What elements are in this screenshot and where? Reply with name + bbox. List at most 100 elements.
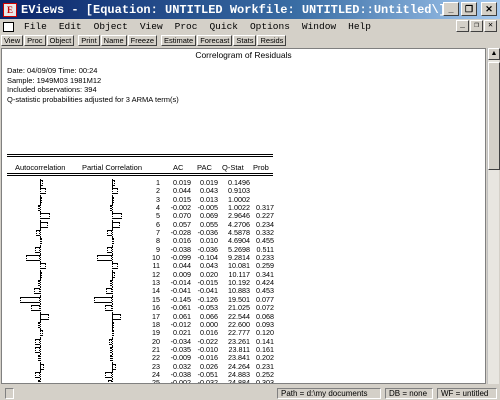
ac-axis-line: [40, 279, 41, 288]
pac-bar: [107, 380, 112, 383]
ac-axis-line: [40, 354, 41, 363]
ac-cell: -0.002: [170, 378, 191, 384]
doc-close-button[interactable]: ✕: [484, 20, 497, 32]
pac-axis-line: [112, 354, 113, 363]
ac-axis-line: [40, 320, 41, 330]
pac-bar: [106, 288, 112, 295]
info-observations: Included observations: 394: [7, 85, 97, 94]
pac-axis-line: [112, 304, 113, 313]
correlogram-sheet[interactable]: Correlogram of Residuals Date: 04/09/09 …: [1, 48, 486, 384]
header-pac: PAC: [197, 163, 212, 172]
pac-bar: [112, 213, 122, 220]
pac-bar: [97, 255, 112, 262]
ac-bar: [40, 271, 42, 278]
proc-button[interactable]: Proc: [24, 35, 46, 46]
menu-edit[interactable]: Edit: [53, 21, 88, 32]
pac-bar: [112, 330, 115, 337]
sheet-title: Correlogram of Residuals: [195, 50, 292, 60]
ac-axis-line: [40, 379, 41, 383]
stats-button[interactable]: Stats: [233, 35, 257, 46]
name-button[interactable]: Name: [100, 35, 127, 46]
ac-bar: [34, 246, 40, 253]
scroll-thumb[interactable]: [488, 62, 500, 170]
menu-window[interactable]: Window: [296, 21, 342, 32]
resids-button[interactable]: Resids: [257, 35, 287, 46]
eviews-app-icon[interactable]: E: [3, 2, 17, 17]
header-bottom-rule-2: [7, 175, 273, 176]
ac-bar: [34, 371, 40, 378]
info-note: Q-statistic probabilities adjusted for 3…: [7, 94, 179, 104]
status-bar: Path = d:\my documents DB = none WF = un…: [0, 386, 500, 400]
header-top-rule: [7, 154, 273, 155]
ac-axis-line: [40, 254, 41, 263]
pac-bar: [108, 338, 112, 345]
scroll-up-button[interactable]: ▲: [488, 48, 500, 60]
view-button[interactable]: View: [1, 35, 24, 46]
ac-axis-line: [40, 204, 41, 213]
ac-bar: [40, 180, 43, 186]
ac-axis-line: [40, 287, 41, 296]
pac-bar: [110, 346, 112, 353]
ac-bar: [40, 363, 45, 370]
menu-quick[interactable]: Quick: [203, 21, 244, 32]
header-autocorrelation: Autocorrelation: [15, 163, 66, 172]
document-icon[interactable]: [3, 21, 14, 32]
ac-bar: [38, 321, 40, 328]
menu-help[interactable]: Help: [342, 21, 377, 32]
close-button[interactable]: ✕: [481, 2, 497, 16]
ac-bar: [40, 238, 43, 245]
ac-axis-line: [40, 337, 41, 346]
doc-restore-button[interactable]: ❐: [470, 20, 483, 32]
ac-bar: [40, 313, 49, 320]
pac-bar: [112, 238, 114, 245]
pac-bar: [112, 188, 119, 195]
doc-minimize-button[interactable]: _: [456, 20, 469, 32]
freeze-button[interactable]: Freeze: [127, 35, 158, 46]
menu-view[interactable]: View: [134, 21, 169, 32]
ac-bar: [36, 230, 40, 237]
ac-bar: [34, 288, 40, 295]
qstat-cell: 24.884: [228, 378, 250, 384]
header-top-rule-2: [7, 156, 273, 157]
correlogram-row: 25 -0.002 -0.032 24.884 0.303: [2, 378, 485, 384]
menu-options[interactable]: Options: [244, 21, 296, 32]
equation-toolbar: View Proc Object Print Name Freeze Estim…: [0, 34, 500, 47]
ac-axis-line: [40, 229, 41, 238]
print-button[interactable]: Print: [78, 35, 100, 46]
status-path: Path = d:\my documents: [277, 388, 381, 399]
ac-bar: [35, 346, 40, 353]
ac-bar: [31, 305, 40, 312]
header-ac: AC: [173, 163, 184, 172]
ac-axis-line: [40, 295, 41, 305]
menu-file[interactable]: File: [18, 21, 53, 32]
pac-bar: [112, 321, 114, 328]
forecast-button[interactable]: Forecast: [197, 35, 233, 46]
restore-button[interactable]: ❐: [461, 2, 477, 16]
sheet-info: Date: 04/09/09 Time: 00:24 Sample: 1949M…: [7, 66, 179, 104]
status-db: DB = none: [385, 388, 433, 399]
pac-axis-line: [112, 345, 113, 355]
pac-axis-line: [112, 295, 113, 305]
pac-bar: [112, 313, 122, 320]
pac-bar: [112, 196, 114, 203]
menu-object[interactable]: Object: [88, 21, 134, 32]
object-button[interactable]: Object: [46, 35, 75, 46]
pac-axis-line: [112, 279, 113, 288]
ac-bar: [40, 196, 43, 203]
pac-bar: [112, 221, 120, 228]
ac-bar: [38, 205, 40, 212]
ac-bar: [19, 296, 40, 303]
pac-bar: [106, 230, 112, 237]
vertical-scrollbar[interactable]: ▲: [487, 48, 500, 384]
minimize-button[interactable]: _: [443, 2, 459, 16]
info-sample: Sample: 1949M03 1981M12: [7, 75, 102, 85]
menu-proc[interactable]: Proc: [169, 21, 204, 32]
pac-bar: [104, 305, 112, 312]
estimate-button[interactable]: Estimate: [161, 35, 197, 46]
ac-bar: [40, 263, 47, 270]
pac-bar: [112, 180, 115, 186]
ac-bar: [35, 338, 40, 345]
ac-bar: [38, 355, 40, 362]
title-bar[interactable]: E EViews - [Equation: UNTITLED Workfile:…: [0, 0, 500, 19]
ac-bar: [40, 213, 50, 220]
